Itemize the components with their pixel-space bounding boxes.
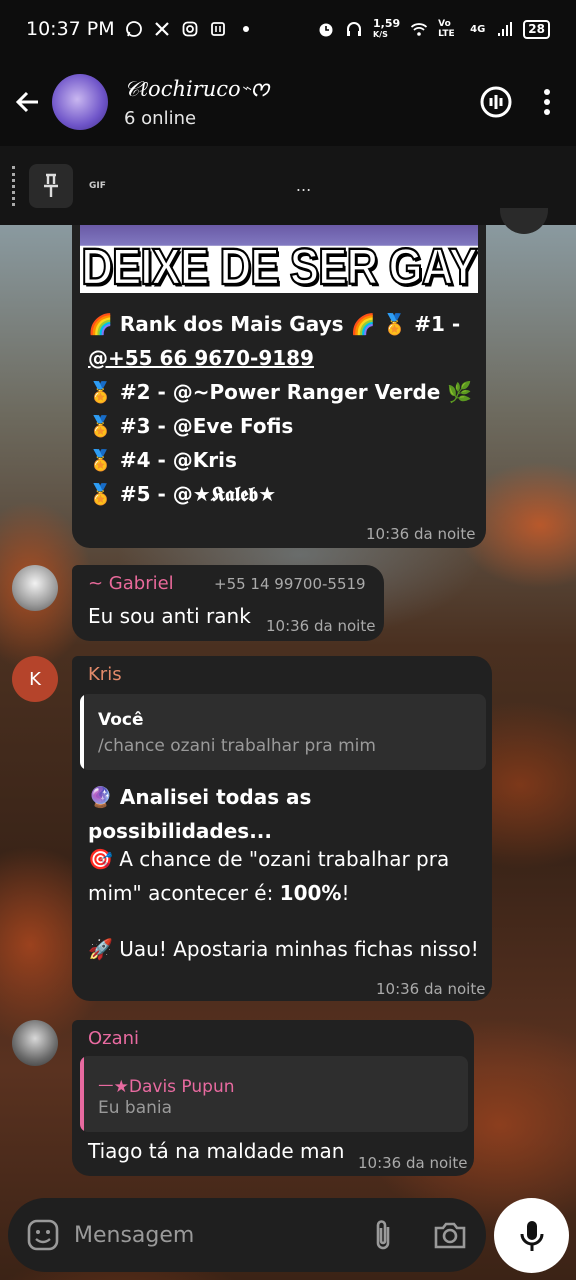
message-time: 10:36 da noite [366,525,476,543]
avatar[interactable] [12,1020,58,1066]
sender-name[interactable]: Kris [88,664,122,685]
chance-percentage: 100% [279,881,342,905]
camera-icon[interactable] [432,1219,468,1251]
message-text: 🔮 Analisei todas as possibilidades... [88,785,312,843]
voice-chat-icon[interactable] [478,84,514,120]
pinned-text: ... [295,176,312,195]
rank-line: 🏅 #5 - @★𝕶𝖆𝖑𝖊𝖇★ [88,482,277,506]
x-icon [154,22,169,36]
battery-indicator: 28 [523,19,550,39]
reply-preview[interactable]: Você /chance ozani trabalhar pra mim [80,694,486,770]
message-text: 🚀 Uau! Apostaria minhas fichas nisso! [88,937,479,961]
group-info[interactable]: 𝒞ℓochiruco⌁ᰔ 6 online [124,75,270,129]
volte-label: Vo LTE [438,19,455,39]
message-text-part: mim" acontecer é: [88,881,280,905]
reply-author: Você [98,710,144,730]
pinned-message-bar[interactable]: GIF ... [0,146,576,225]
emoji-icon[interactable] [26,1218,60,1252]
message-bubble-kris[interactable]: Kris Você /chance ozani trabalhar pra mi… [72,656,492,1001]
arrow-left-icon [15,91,38,113]
reply-preview[interactable]: ㅡ★Davis Pupun Eu bania [80,1056,468,1132]
pin-button[interactable] [29,163,73,208]
reply-bar [80,694,84,770]
sender-name[interactable]: ~ Gabriel [88,573,174,594]
message-time: 10:36 da noite [266,617,376,635]
microphone-icon [520,1220,543,1251]
rank-line: 🏅 #3 - @Eve Fofis [88,414,294,438]
more-options-icon[interactable] [542,87,552,117]
more-notifications-dot-icon [242,26,249,32]
message-time: 10:36 da noite [358,1154,468,1172]
wifi-icon [411,23,428,36]
clock: 10:37 PM [26,18,115,40]
sender-name[interactable]: Ozani [88,1028,139,1049]
reply-author: ㅡ★Davis Pupun [98,1077,235,1097]
rank-line: 🏅 #4 - @Kris [88,448,237,472]
avatar-letter: K [29,668,41,690]
message-text-part: ! [341,881,350,905]
rank-mention[interactable]: @+55 66 9670-9189 [88,341,472,375]
avatar[interactable]: K [12,656,58,702]
message-bubble-rank[interactable]: DEIXE DE SER GAY 🌈 Rank dos Mais Gays 🌈 … [72,225,486,548]
group-avatar[interactable] [52,74,108,130]
reply-text: /chance ozani trabalhar pra mim [98,736,376,756]
message-time: 10:36 da noite [376,980,486,998]
voice-record-button[interactable] [494,1198,569,1273]
avatar[interactable] [12,565,58,611]
whatsapp-icon [125,21,142,37]
app-notification-icon [210,22,225,36]
rank-line: 🌈 Rank dos Mais Gays 🌈 🏅 #1 - [88,312,461,336]
reply-text: Eu bania [98,1098,173,1118]
network-speed: 1,59 K/S [373,18,400,40]
meme-image[interactable]: DEIXE DE SER GAY [80,225,478,293]
meme-caption: DEIXE DE SER GAY [80,238,478,293]
message-text: 🎯 A chance de "ozani trabalhar pra [88,847,450,871]
online-count: 6 online [124,108,197,129]
rank-line: 🏅 #2 - @~Power Ranger Verde 🌿 [88,380,473,404]
chat-header: 𝒞ℓochiruco⌁ᰔ 6 online [0,58,576,146]
pinned-indicator [12,165,15,206]
message-bubble-gabriel[interactable]: ~ Gabriel +55 14 99700-5519 Eu sou anti … [72,565,384,641]
group-name: 𝒞ℓochiruco⌁ᰔ [124,77,270,101]
headphones-icon [346,22,361,36]
back-button[interactable] [2,76,54,128]
system-indicators: 1,59 K/S Vo LTE 4G 28 [317,18,550,40]
notification-icons [125,20,255,38]
alarm-icon [319,23,333,37]
instagram-icon [182,21,198,37]
message-composer: Mensagem [8,1198,486,1272]
signal-icon [498,22,513,36]
speed-value: 1,59 [372,17,401,30]
sender-phone: +55 14 99700-5519 [214,575,366,593]
message-text: mim" acontecer é: 100%! [88,876,350,910]
status-bar: 10:37 PM 1,59 K/S Vo LTE 4G 28 [0,0,576,58]
pinned-gif-label: GIF [89,180,106,191]
message-text: Eu sou anti rank [88,604,251,628]
pin-icon [44,173,58,197]
header-actions [478,84,552,120]
message-input[interactable]: Mensagem [74,1223,194,1248]
message-text: Tiago tá na maldade man [88,1139,345,1163]
reply-bar [80,1056,84,1132]
rank-text: 🌈 Rank dos Mais Gays 🌈 🏅 #1 - @+55 66 96… [88,307,472,511]
signal-type: 4G [470,23,486,35]
message-bubble-ozani[interactable]: Ozani ㅡ★Davis Pupun Eu bania Tiago tá na… [72,1020,474,1176]
attach-icon[interactable] [370,1217,396,1253]
speed-unit: K/S [372,30,388,39]
